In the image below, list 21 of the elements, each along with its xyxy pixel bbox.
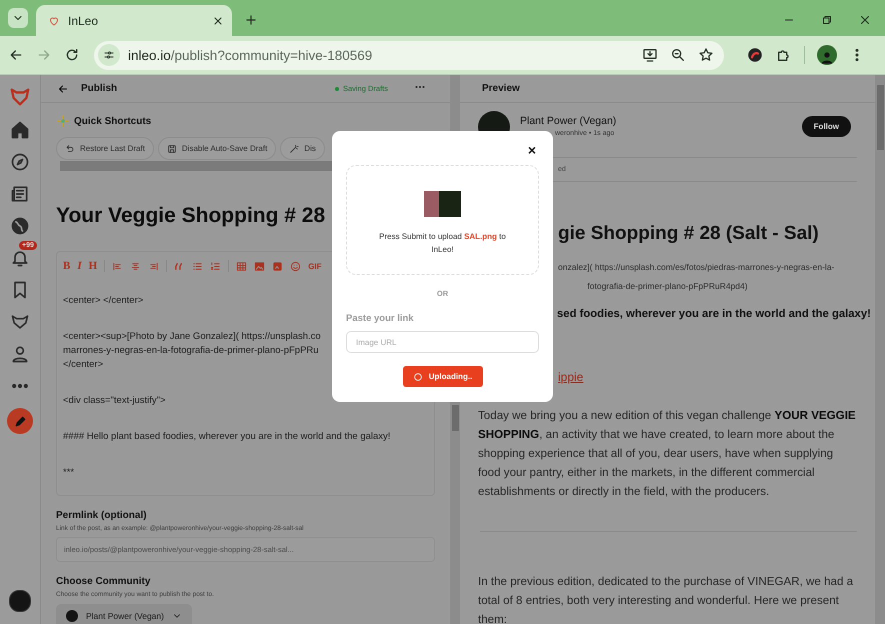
page-title: Publish xyxy=(81,83,118,94)
field-label: Paste your link xyxy=(346,313,414,324)
markdown-text: <center><sup>[Photo by Jane Gonzalez]( https://unsplash.co marrones-y-negras-en-la-fotografia-de-primer-plano-pFpPRu </center> xyxy=(63,330,321,372)
panel-title: Preview xyxy=(482,83,520,94)
section-title: Quick Shortcuts xyxy=(74,116,152,126)
markdown-text: #### Hello plant based foodies, wherever you are in the world and the galaxy! xyxy=(63,430,390,444)
markdown-text: <center> </center> xyxy=(63,294,144,308)
url-text: inleo.io/publish?community=hive-180569 xyxy=(128,48,374,62)
photo-credit: onzalez]( https://unsplash.com/es/fotos/piedras-marrones-y-negras-en-la- xyxy=(558,262,834,272)
markdown-text: *** xyxy=(63,466,74,480)
photo-credit: fotografia-de-primer-plano-pFpPRuR4pd4) xyxy=(587,281,748,291)
tab-title: InLeo xyxy=(68,14,100,28)
field-label: Choose Community xyxy=(56,576,152,587)
greeting-heading: sed foodies, wherever you are in the world and the galaxy! xyxy=(557,307,871,322)
post-title: Your Veggie Shopping # 28 xyxy=(56,204,326,228)
paragraph: Today we bring you a new edition of this vegan challenge YOUR VEGGIE SHOPPING, an activity that we have created, to learn more about the shopping experience that all of you, dear users, have when supplying food your pantry, either in the markets, in the different commercial establishments or directly in the field, with the producers. xyxy=(478,408,857,500)
field-label: Permlink (optional) xyxy=(56,510,148,521)
markdown-text: <div class="text-justify"> xyxy=(63,394,166,408)
upload-message: Press Submit to upload SAL.png to InLeo! xyxy=(378,231,507,256)
post-heading: gie Shopping # 28 (Salt - Sal) xyxy=(558,223,819,245)
paragraph: In the previous edition, dedicated to the purchase of VINEGAR, we had a total of 8 entries, both very interesting and wonderful. Here we present them: xyxy=(478,574,854,624)
